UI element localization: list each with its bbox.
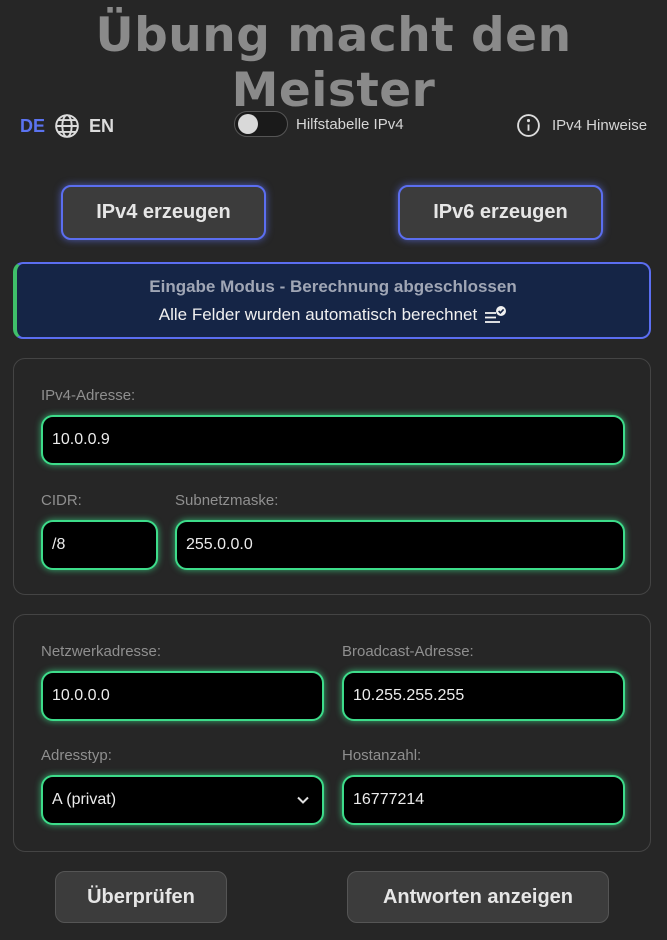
check-button[interactable]: Überprüfen (55, 871, 227, 923)
cidr-label: CIDR: (41, 492, 82, 509)
status-title: Eingabe Modus - Berechnung abgeschlossen (149, 277, 517, 296)
page-title: Übung macht den Meister (95, 8, 572, 118)
helper-table-toggle[interactable] (234, 111, 288, 137)
ip-address-label: IPv4-Adresse: (41, 387, 136, 404)
address-type-value: A (privat) (52, 791, 117, 808)
generate-ipv6-button[interactable]: IPv6 erzeugen (398, 185, 603, 240)
ip-address-input[interactable]: 10.0.0.9 (41, 415, 625, 465)
ipv4-hints-link[interactable]: IPv4 Hinweise (516, 113, 647, 138)
language-switcher: DE EN (20, 113, 114, 139)
globe-icon (55, 114, 79, 138)
address-type-label: Adresstyp: (41, 747, 112, 764)
broadcast-address-label: Broadcast-Adresse: (342, 643, 474, 660)
input-panel: IPv4-Adresse: 10.0.0.9 CIDR: /8 Subnetzm… (13, 358, 651, 595)
generate-ipv4-button[interactable]: IPv4 erzeugen (61, 185, 266, 240)
show-answers-button[interactable]: Antworten anzeigen (347, 871, 609, 923)
info-icon (517, 114, 540, 137)
status-text: Alle Felder wurden automatisch berechnet (158, 305, 478, 324)
lang-de-link[interactable]: DE (20, 116, 45, 137)
broadcast-address-input[interactable]: 10.255.255.255 (342, 671, 625, 721)
lang-en-link[interactable]: EN (89, 116, 114, 137)
subnet-mask-label: Subnetzmaske: (175, 492, 279, 509)
helper-table-label: Hilfstabelle IPv4 (296, 115, 404, 133)
result-panel: Netzwerkadresse: 10.0.0.0 Broadcast-Adre… (13, 614, 651, 852)
cidr-input[interactable]: /8 (41, 520, 158, 570)
chevron-down-icon (297, 796, 309, 804)
network-address-input[interactable]: 10.0.0.0 (41, 671, 324, 721)
status-banner: Eingabe Modus - Berechnung abgeschlossen… (13, 262, 651, 339)
checklist-icon (485, 306, 507, 323)
host-count-label: Hostanzahl: (342, 747, 422, 764)
helper-table-toggle-group: Hilfstabelle IPv4 (234, 111, 404, 137)
ipv4-hints-label: IPv4 Hinweise (552, 117, 648, 134)
address-type-select[interactable]: A (privat) (41, 775, 324, 825)
toggle-knob (238, 114, 258, 134)
network-address-label: Netzwerkadresse: (41, 643, 162, 660)
subnet-mask-input[interactable]: 255.0.0.0 (175, 520, 625, 570)
host-count-input[interactable]: 16777214 (342, 775, 625, 825)
